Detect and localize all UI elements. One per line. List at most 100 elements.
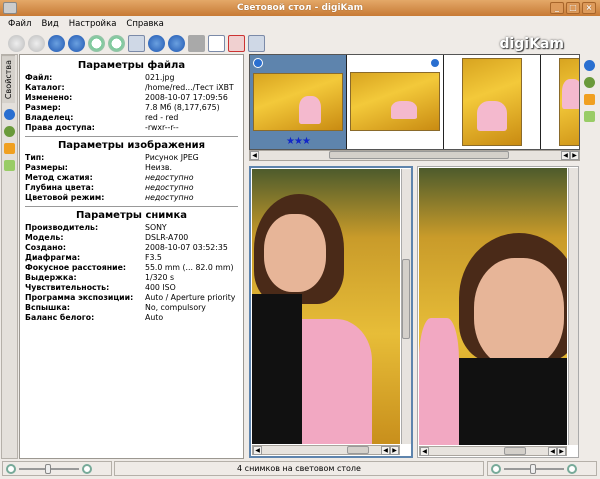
right-arrow-icon[interactable] [168,34,185,52]
maximize-button[interactable]: □ [566,2,580,14]
vertical-scrollbar[interactable] [568,168,578,445]
slider-knob[interactable] [530,463,536,474]
colors-icon[interactable] [584,94,595,105]
property-label: Каталог: [25,83,65,92]
right-preview-image [419,168,567,445]
minimize-button[interactable]: _ [550,2,564,14]
menu-file[interactable]: Файл [8,16,31,32]
property-label: Чувствительность: [25,283,110,292]
help-icon[interactable] [430,58,440,68]
property-value: -rwxr--r-- [145,123,179,132]
property-row: Модель: DSLR-A700 [25,233,238,243]
property-label: Вспышка: [25,303,70,312]
info-icon[interactable] [584,60,595,71]
toolbar [8,33,265,53]
clear-icon[interactable] [228,34,245,52]
property-value: недоступно [145,183,194,192]
status-text: 4 снимков на световом столе [114,461,484,476]
property-label: Размер: [25,103,61,112]
previous-icon[interactable] [28,34,45,52]
thumbnail-item[interactable]: ★★ [541,55,579,149]
property-value: Неизв. [145,163,172,172]
thumbnail-scrollbar[interactable]: ◀ ◀ ▶ [249,150,580,161]
menu-view[interactable]: Вид [41,16,58,32]
left-preview-pane[interactable]: ◀ ◀ ▶ [249,166,413,458]
file-properties-title: Параметры файла [77,60,186,71]
property-label: Модель: [25,233,64,242]
close-button[interactable]: × [582,2,596,14]
zoom-in-icon[interactable] [567,463,577,474]
zoom-out-icon[interactable] [491,463,501,474]
property-value: Рисунок JPEG [145,153,199,162]
left-arrow-icon[interactable] [148,34,165,52]
property-row: Права доступа: -rwxr--r-- [25,123,238,133]
property-label: Метод сжатия: [25,173,93,182]
right-preview-pane[interactable]: ◀ ◀ ▶ [417,166,579,458]
colors-icon[interactable] [4,143,15,155]
info-icon[interactable] [4,109,15,121]
rotate-icon[interactable] [253,58,263,68]
property-row: Глубина цвета: недоступно [25,183,238,193]
geolocation-icon[interactable] [4,160,15,172]
geolocation-icon[interactable] [584,111,595,122]
property-label: Права доступа: [25,123,95,132]
scroll-left-icon[interactable]: ◀ [561,151,570,160]
property-value: 1/320 s [145,273,175,282]
thumbnail-item[interactable] [444,55,541,149]
property-value: SONY [145,223,167,232]
scroll-right-icon[interactable]: ▶ [570,151,579,160]
property-row: Каталог: /home/red.../Тест iXBT [25,83,238,93]
menu-settings[interactable]: Настройка [69,16,117,32]
metadata-icon[interactable] [584,77,595,88]
vertical-scrollbar[interactable] [401,169,411,444]
scroll-left-icon[interactable]: ◀ [250,151,259,160]
sync-icon[interactable] [188,34,205,52]
property-label: Баланс белого: [25,313,95,322]
first-icon[interactable] [8,34,25,52]
thumbnail-item[interactable]: ★★★ [250,55,347,149]
navigate-icon[interactable] [208,34,225,52]
property-row: Баланс белого: Auto [25,313,238,323]
next-icon[interactable] [48,34,65,52]
property-label: Программа экспозиции: [25,293,134,302]
property-row: Диафрагма: F3.5 [25,253,238,263]
fullscreen-icon[interactable] [128,34,145,52]
digikam-logo: digiKam [499,36,564,52]
property-value: Auto [145,313,164,322]
left-zoom-slider[interactable] [2,461,112,476]
thumbnail-bar: ★★★ ★★ [249,54,580,150]
thumbnail-item[interactable] [347,55,444,149]
metadata-icon[interactable] [4,126,15,138]
zoom-in-icon[interactable] [88,34,105,52]
property-value: Auto / Aperture priority [145,293,236,302]
property-label: Производитель: [25,223,99,232]
property-value: 2008-10-07 03:52:35 [145,243,228,252]
last-icon[interactable] [68,34,85,52]
property-value: No, compulsory [145,303,206,312]
property-label: Глубина цвета: [25,183,94,192]
property-value: 400 ISO [145,283,176,292]
right-sidebar-tabs [581,54,598,154]
menu-help[interactable]: Справка [126,16,163,32]
slideshow-icon[interactable] [248,34,265,52]
horizontal-scrollbar[interactable]: ◀ ◀ ▶ [419,446,567,456]
horizontal-scrollbar[interactable]: ◀ ◀ ▶ [252,445,400,455]
property-row: Тип: Рисунок JPEG [25,153,238,163]
property-row: Владелец: red - red [25,113,238,123]
scroll-handle[interactable] [329,151,509,159]
app-menu-icon[interactable] [3,2,17,14]
left-preview-image [252,169,400,444]
slider-knob[interactable] [45,463,51,474]
right-zoom-slider[interactable] [487,461,597,476]
property-row: Изменено: 2008-10-07 17:09:56 [25,93,238,103]
property-label: Цветовой режим: [25,193,105,202]
zoom-out-icon[interactable] [6,463,16,474]
property-label: Фокусное расстояние: [25,263,127,272]
property-label: Тип: [25,153,45,162]
property-row: Создано: 2008-10-07 03:52:35 [25,243,238,253]
property-value: 2008-10-07 17:09:56 [145,93,228,102]
zoom-in-icon[interactable] [82,463,92,474]
tab-properties[interactable]: Свойства [2,55,15,104]
zoom-out-icon[interactable] [108,34,125,52]
property-label: Выдержка: [25,273,77,282]
